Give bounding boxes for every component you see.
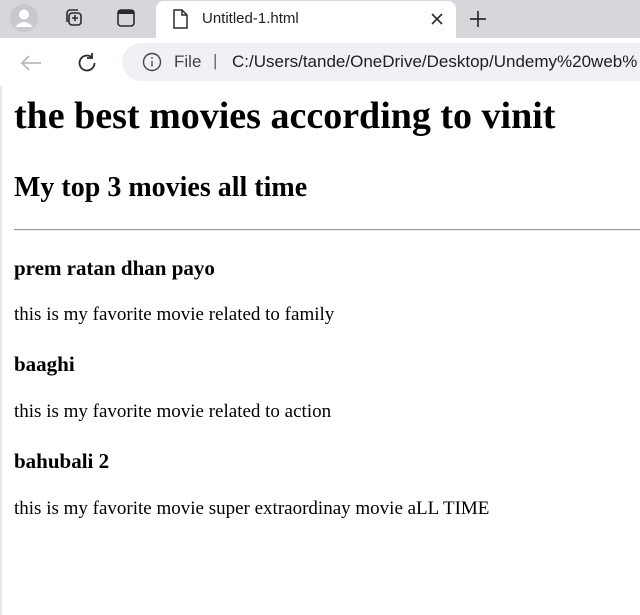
page-subheading: My top 3 movies all time (14, 172, 308, 203)
close-icon[interactable] (426, 8, 448, 30)
workspaces-icon[interactable] (58, 3, 90, 33)
tab-strip: Untitled-1.html (0, 0, 640, 38)
profile-icon[interactable] (8, 3, 40, 33)
active-tab[interactable]: Untitled-1.html (156, 1, 456, 38)
scheme-label: File (174, 52, 202, 71)
url-text[interactable]: C:/Users/tande/OneDrive/Desktop/Undemy%2… (232, 52, 637, 72)
page-heading: the best movies according to vinit (14, 95, 556, 137)
vertical-tabs-icon[interactable] (110, 3, 142, 33)
address-bar[interactable]: File | C:/Users/tande/OneDrive/Desktop/U… (122, 43, 640, 81)
movie-description: this is my favorite movie super extraord… (14, 498, 490, 519)
movie-title: baaghi (14, 352, 75, 376)
page-viewport: the best movies according to vinit My to… (0, 86, 640, 615)
info-icon[interactable] (142, 52, 162, 72)
movie-title: bahubali 2 (14, 449, 110, 473)
back-arrow-icon[interactable] (16, 48, 46, 78)
address-separator: | (213, 51, 218, 70)
movie-description: this is my favorite movie related to act… (14, 401, 332, 422)
movie-description: this is my favorite movie related to fam… (14, 304, 335, 325)
plus-icon[interactable] (464, 5, 492, 33)
browser-toolbar: File | C:/Users/tande/OneDrive/Desktop/U… (0, 38, 640, 86)
movie-title: prem ratan dhan payo (14, 256, 215, 280)
reload-icon[interactable] (72, 48, 102, 78)
tab-title: Untitled-1.html (202, 10, 299, 27)
horizontal-rule (14, 229, 640, 231)
document-icon (172, 9, 190, 29)
